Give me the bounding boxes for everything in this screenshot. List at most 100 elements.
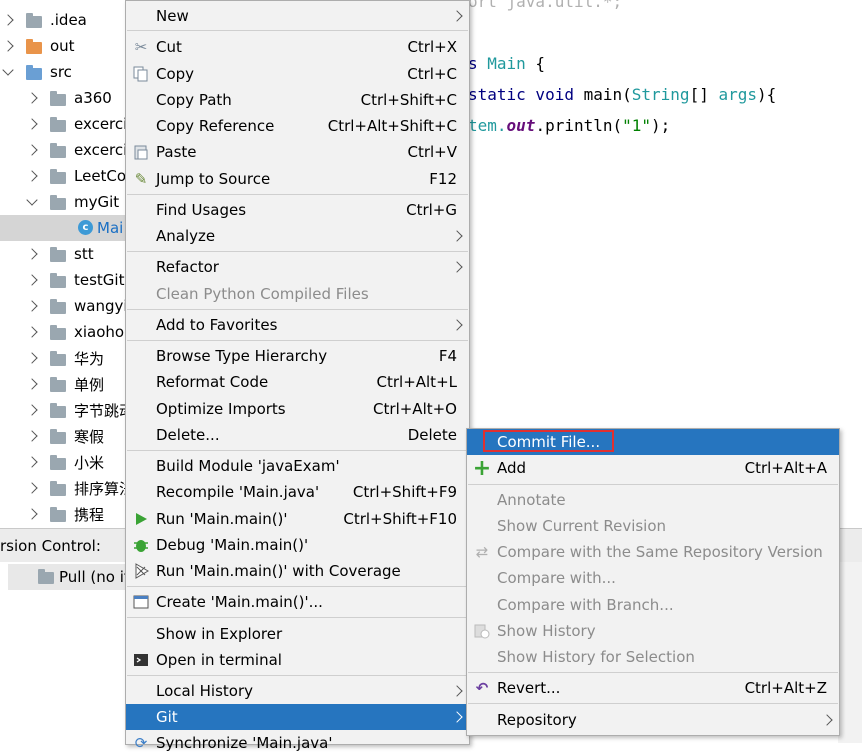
chevron-right-icon: [821, 714, 833, 726]
menu-item-jump-to-source[interactable]: ✎ Jump to Source F12: [126, 166, 469, 192]
menu-item-repository[interactable]: Repository: [467, 707, 839, 733]
folder-icon: [50, 273, 66, 288]
tree-item[interactable]: 寒假: [0, 423, 130, 449]
version-control-header: rsion Control:: [0, 528, 130, 563]
debug-bug-icon: [132, 536, 150, 554]
menu-label: Create 'Main.main()'...: [156, 593, 323, 611]
tree-item[interactable]: wangyi: [0, 293, 130, 319]
tree-item[interactable]: excerci: [0, 137, 130, 163]
chevron-right-icon[interactable]: [26, 144, 38, 156]
folder-icon: [50, 195, 66, 210]
java-class-icon: c: [78, 220, 93, 235]
tree-item[interactable]: LeetCo: [0, 163, 130, 189]
tree-item[interactable]: 排序算法: [0, 475, 134, 501]
menu-label: Paste: [156, 143, 197, 161]
menu-item-refactor[interactable]: Refactor: [126, 254, 469, 280]
tree-item[interactable]: testGit: [0, 267, 130, 293]
menu-item-copy-path[interactable]: Copy Path Ctrl+Shift+C: [126, 87, 469, 113]
folder-icon: [50, 507, 66, 522]
tree-item[interactable]: xiaohou: [0, 319, 134, 345]
menu-item-create-config[interactable]: Create 'Main.main()'...: [126, 589, 469, 615]
chevron-right-icon: [451, 685, 463, 697]
chevron-right-icon[interactable]: [26, 170, 38, 182]
menu-item-local-history[interactable]: Local History: [126, 678, 469, 704]
menu-label: Analyze: [156, 227, 216, 245]
menu-item-recompile[interactable]: Recompile 'Main.java' Ctrl+Shift+F9: [126, 479, 469, 505]
menu-item-analyze[interactable]: Analyze: [126, 223, 469, 249]
menu-item-paste[interactable]: Paste Ctrl+V: [126, 139, 469, 165]
menu-label: Debug 'Main.main()': [156, 536, 309, 554]
chevron-right-icon[interactable]: [26, 378, 38, 390]
tree-item[interactable]: 携程: [0, 501, 130, 527]
chevron-down-icon[interactable]: [26, 194, 38, 206]
menu-label: Copy Path: [156, 91, 232, 109]
menu-item-show-in-explorer[interactable]: Show in Explorer: [126, 621, 469, 647]
chevron-right-icon[interactable]: [26, 274, 38, 286]
folder-icon: [50, 143, 66, 158]
highlight-box: [483, 430, 614, 452]
chevron-down-icon[interactable]: [2, 64, 14, 76]
menu-item-add-to-favorites[interactable]: Add to Favorites: [126, 312, 469, 338]
menu-item-copy-reference[interactable]: Copy Reference Ctrl+Alt+Shift+C: [126, 113, 469, 139]
menu-item-show-revision: Show Current Revision: [467, 513, 839, 539]
menu-item-optimize-imports[interactable]: Optimize Imports Ctrl+Alt+O: [126, 396, 469, 422]
menu-item-copy[interactable]: Copy Ctrl+C: [126, 61, 469, 87]
menu-item-compare-same: ⇄ Compare with the Same Repository Versi…: [467, 539, 839, 565]
copy-icon: [132, 65, 150, 83]
class-keyword: s: [468, 54, 488, 73]
menu-item-history-selection: Show History for Selection: [467, 644, 839, 670]
vc-pull-row[interactable]: Pull (no it: [8, 564, 130, 590]
menu-item-add[interactable]: + Add Ctrl+Alt+A: [467, 455, 839, 481]
chevron-right-icon[interactable]: [26, 248, 38, 260]
vc-panel-right: [838, 562, 862, 743]
menu-item-run-coverage[interactable]: Run 'Main.main()' with Coverage: [126, 558, 469, 584]
tree-item[interactable]: src: [0, 59, 130, 85]
chevron-right-icon[interactable]: [26, 456, 38, 468]
tree-item[interactable]: .idea: [0, 7, 130, 33]
tree-item[interactable]: myGit: [0, 189, 130, 215]
menu-item-synchronize[interactable]: ⟳ Synchronize 'Main.java': [126, 730, 469, 756]
menu-item-debug[interactable]: Debug 'Main.main()': [126, 532, 469, 558]
tree-item[interactable]: excerci: [0, 111, 130, 137]
menu-label: Git: [156, 708, 178, 726]
menu-item-new[interactable]: New: [126, 3, 469, 29]
tree-item[interactable]: 单例: [0, 371, 130, 397]
tree-item[interactable]: stt: [0, 241, 130, 267]
tree-item[interactable]: a360: [0, 85, 130, 111]
chevron-right-icon[interactable]: [2, 14, 14, 26]
chevron-right-icon[interactable]: [26, 404, 38, 416]
folder-icon: [50, 429, 66, 444]
menu-item-find-usages[interactable]: Find Usages Ctrl+G: [126, 197, 469, 223]
tree-item[interactable]: out: [0, 33, 130, 59]
chevron-right-icon[interactable]: [26, 482, 38, 494]
menu-item-reformat-code[interactable]: Reformat Code Ctrl+Alt+L: [126, 369, 469, 395]
menu-item-cut[interactable]: ✂ Cut Ctrl+X: [126, 34, 469, 60]
tree-item[interactable]: 华为: [0, 345, 130, 371]
menu-item-build-module[interactable]: Build Module 'javaExam': [126, 453, 469, 479]
menu-item-commit-file[interactable]: Commit File...: [467, 429, 839, 455]
menu-shortcut: Ctrl+Shift+F10: [343, 510, 457, 528]
chevron-right-icon[interactable]: [2, 40, 14, 52]
menu-item-compare-with: Compare with...: [467, 565, 839, 591]
chevron-right-icon[interactable]: [26, 118, 38, 130]
menu-item-run[interactable]: Run 'Main.main()' Ctrl+Shift+F10: [126, 506, 469, 532]
menu-label: Browse Type Hierarchy: [156, 347, 328, 365]
tree-item[interactable]: 小米: [0, 449, 130, 475]
menu-item-delete[interactable]: Delete... Delete: [126, 422, 469, 448]
menu-item-open-terminal[interactable]: Open in terminal: [126, 647, 469, 673]
chevron-right-icon[interactable]: [26, 430, 38, 442]
tree-item-label: testGit: [74, 271, 125, 289]
tree-item[interactable]: 字节跳动: [0, 397, 134, 423]
chevron-right-icon[interactable]: [26, 508, 38, 520]
chevron-right-icon[interactable]: [26, 92, 38, 104]
chevron-right-icon[interactable]: [26, 326, 38, 338]
tree-item-label: 华为: [74, 349, 105, 368]
chevron-right-icon[interactable]: [26, 352, 38, 364]
menu-item-browse-hierarchy[interactable]: Browse Type Hierarchy F4: [126, 343, 469, 369]
menu-item-revert[interactable]: ↶ Revert... Ctrl+Alt+Z: [467, 675, 839, 701]
chevron-right-icon[interactable]: [26, 300, 38, 312]
tree-item[interactable]: c Mai: [0, 215, 130, 241]
menu-shortcut: Ctrl+V: [407, 143, 457, 161]
menu-item-git[interactable]: Git: [126, 704, 469, 730]
code-editor[interactable]: ort java.util.*; s Main { static void ma…: [468, 0, 862, 430]
